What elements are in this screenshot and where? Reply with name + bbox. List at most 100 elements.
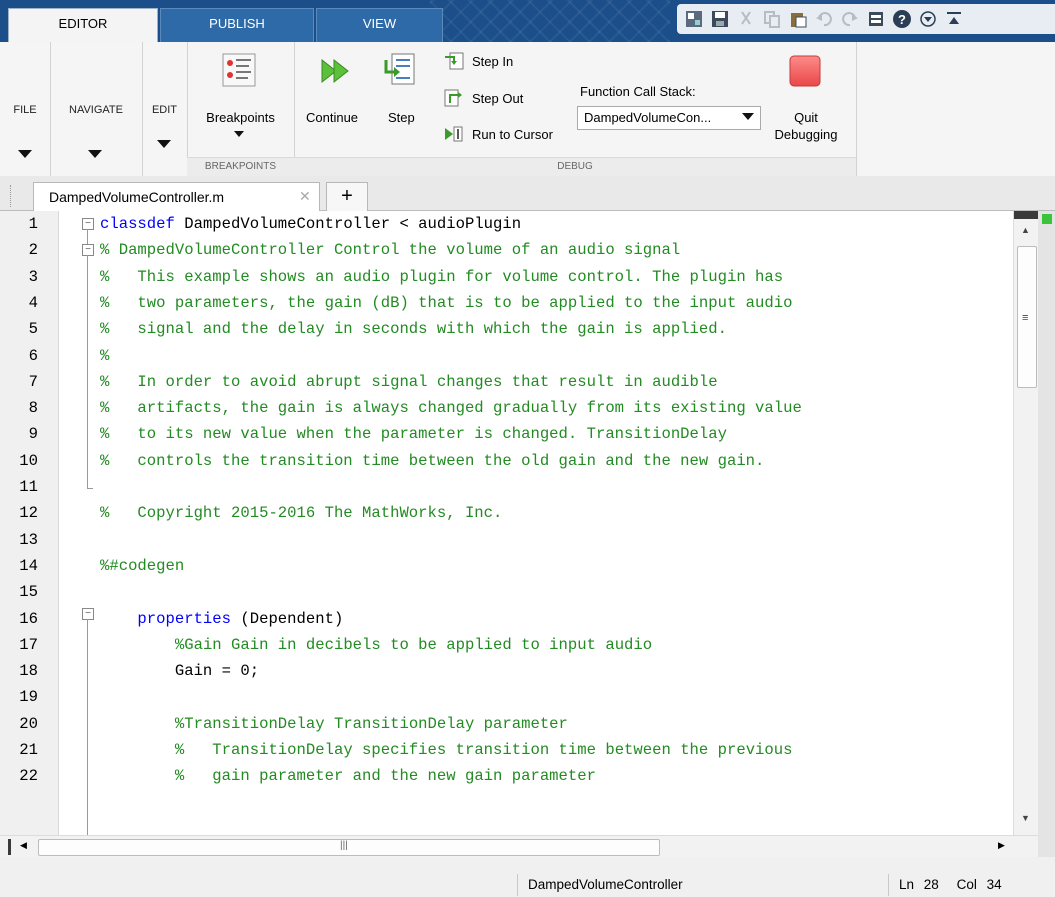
horizontal-scrollbar[interactable]: ◀ ||| ▶	[0, 835, 1038, 858]
chevron-down-icon[interactable]	[234, 131, 244, 137]
code-text: % controls the transition time between t…	[100, 448, 764, 474]
code-analyzer-status-icon[interactable]	[1042, 214, 1052, 224]
breakpoints-icon[interactable]	[221, 52, 257, 91]
code-text: %Gain Gain in decibels to be applied to …	[100, 632, 652, 658]
quick-access-toolbar: ?	[665, 4, 1055, 34]
code-token: DampedVolumeController < audioPlugin	[174, 215, 522, 233]
comment-token: %Gain Gain in decibels to be applied to …	[174, 635, 653, 654]
expand-icon[interactable]	[917, 8, 939, 30]
copy-icon[interactable]	[761, 8, 783, 30]
file-label: FILE	[13, 104, 37, 116]
code-text: % two parameters, the gain (dB) that is …	[100, 290, 792, 316]
close-icon[interactable]: ✕	[299, 188, 311, 205]
scrollbar-thumb[interactable]	[38, 839, 660, 856]
continue-button[interactable]: Continue	[306, 110, 358, 125]
paste-icon[interactable]	[787, 8, 809, 30]
line-number: 5	[28, 320, 38, 339]
step-button[interactable]: Step	[388, 110, 415, 125]
breakpoints-button[interactable]: Breakpoints	[187, 110, 294, 125]
step-out-icon[interactable]	[444, 89, 464, 110]
continue-icon[interactable]	[320, 56, 354, 89]
comment-token: %#codegen	[100, 556, 185, 575]
function-call-stack-dropdown[interactable]: DampedVolumeCon...	[577, 106, 761, 130]
step-icon[interactable]	[384, 52, 418, 91]
line-number: 15	[19, 583, 38, 602]
code-text: % In order to avoid abrupt signal change…	[100, 369, 718, 395]
ln-label: Ln	[899, 877, 915, 892]
fold-collapse-icon[interactable]: −	[82, 244, 94, 256]
tab-editor[interactable]: EDITOR	[8, 8, 158, 42]
line-number: 9	[28, 425, 38, 444]
debug-section: Continue Step Step In Step Out Run to Cu…	[294, 42, 857, 176]
quit-debugging-line1[interactable]: Quit	[776, 110, 836, 125]
code-line: 10 % controls the transition time between…	[0, 448, 1038, 474]
step-in-button[interactable]: Step In	[472, 54, 513, 69]
cut-icon[interactable]	[735, 8, 757, 30]
tab-grip	[10, 185, 13, 207]
code-text: %#codegen	[100, 553, 184, 579]
scroll-down-icon[interactable]: ▼	[1021, 813, 1030, 823]
ribbon: FILE NAVIGATE EDIT Breakpoints BREAKPOIN…	[0, 42, 1055, 177]
vertical-scrollbar[interactable]: ▲ ≡ ▼	[1013, 211, 1039, 835]
chevron-down-icon[interactable]	[742, 113, 754, 120]
scroll-right-icon[interactable]: ▶	[998, 840, 1005, 851]
undo-icon[interactable]	[813, 8, 835, 30]
fold-collapse-icon[interactable]: −	[82, 218, 94, 230]
step-out-button[interactable]: Step Out	[472, 91, 523, 106]
comment-token: % This example shows an audio plugin for…	[100, 267, 784, 286]
redo-icon[interactable]	[839, 8, 861, 30]
line-number: 14	[19, 556, 38, 575]
code-line: 9 % to its new value when the parameter i…	[0, 421, 1038, 447]
minimize-ribbon-icon[interactable]	[943, 8, 965, 30]
comment-token: % TransitionDelay specifies transition t…	[174, 741, 793, 759]
col-value: 34	[986, 877, 1002, 892]
code-text: % DampedVolumeController Control the vol…	[100, 237, 680, 263]
chevron-down-icon[interactable]	[157, 140, 171, 148]
comment-token: % artifacts, the gain is always changed …	[100, 399, 802, 418]
line-number: 2	[28, 241, 38, 260]
chevron-down-icon[interactable]	[18, 150, 32, 158]
code-line: 18 Gain = 0;	[0, 658, 1038, 684]
function-call-stack-label: Function Call Stack:	[580, 84, 696, 99]
quit-debugging-line2[interactable]: Debugging	[768, 127, 844, 142]
run-to-cursor-icon[interactable]	[444, 125, 464, 146]
file-section[interactable]: FILE	[0, 42, 51, 176]
switch-windows-icon[interactable]	[865, 8, 887, 30]
line-number: 7	[28, 372, 38, 391]
line-number: 1	[28, 215, 38, 233]
comment-token: % controls the transition time between t…	[100, 451, 765, 470]
layout-icon[interactable]	[683, 8, 705, 30]
edit-section[interactable]: EDIT	[142, 42, 188, 176]
fold-guide	[87, 255, 88, 488]
new-tab-button[interactable]: +	[326, 182, 368, 211]
stop-icon[interactable]	[789, 55, 821, 90]
svg-text:?: ?	[898, 12, 906, 27]
code-text: % artifacts, the gain is always changed …	[100, 395, 802, 421]
code-line: 15	[0, 579, 1038, 605]
scroll-up-icon[interactable]: ▲	[1021, 225, 1030, 235]
step-in-icon[interactable]	[444, 52, 464, 73]
code-line: 16 properties (Dependent)	[0, 606, 1038, 632]
scroll-left-icon[interactable]: ◀	[20, 840, 27, 851]
help-icon[interactable]: ?	[891, 8, 913, 30]
code-text: % This example shows an audio plugin for…	[100, 264, 783, 290]
fold-collapse-icon[interactable]: −	[82, 608, 94, 620]
code-editor[interactable]: 1 classdef DampedVolumeController < audio…	[0, 211, 1038, 835]
save-icon[interactable]	[709, 8, 731, 30]
tab-publish[interactable]: PUBLISH	[160, 8, 314, 42]
code-text: % gain parameter and the new gain parame…	[100, 763, 596, 789]
line-number: 3	[28, 267, 38, 286]
tab-view[interactable]: VIEW	[316, 8, 443, 42]
tab-document[interactable]: DampedVolumeController.m ✕	[33, 182, 320, 211]
code-text: %	[100, 343, 109, 369]
navigate-section[interactable]: NAVIGATE	[50, 42, 143, 176]
code-line: 14 %#codegen	[0, 553, 1038, 579]
chevron-down-icon[interactable]	[88, 150, 102, 158]
code-line: 1 classdef DampedVolumeController < audio…	[0, 211, 1038, 237]
status-bar: DampedVolumeController Ln 28 Col 34	[0, 857, 1055, 897]
code-text: % signal and the delay in seconds with w…	[100, 316, 727, 342]
breakpoints-section-label: BREAKPOINTS	[187, 157, 294, 176]
comment-token: % DampedVolumeController Control the vol…	[100, 241, 681, 260]
run-to-cursor-button[interactable]: Run to Cursor	[472, 127, 553, 142]
col-label: Col	[956, 877, 977, 892]
